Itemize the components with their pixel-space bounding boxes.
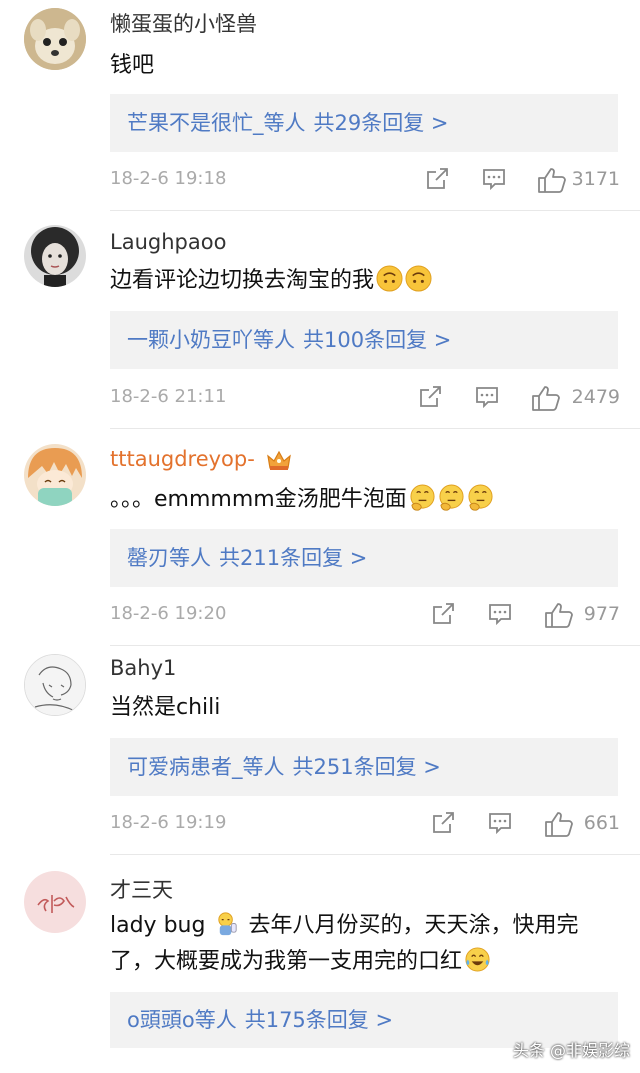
comment-text-content: 。。。emmmmm金汤肥牛泡面 — [110, 487, 407, 512]
like-icon[interactable] — [544, 601, 574, 629]
comment-time: 18-2-6 21:11 — [110, 386, 227, 407]
comment-time: 18-2-6 19:20 — [110, 603, 227, 624]
comment-text-content: 边看评论边切换去淘宝的我 — [110, 268, 375, 293]
comment-text: lady bug 去年八月份买的，天天涂，快用完了，大概要成为我第一支用完的口红 — [110, 908, 620, 980]
share-icon[interactable] — [430, 601, 456, 627]
replies-users: 罄刃等人 — [127, 546, 211, 570]
comment-icon[interactable] — [481, 166, 507, 192]
replies-box[interactable]: 可爱病患者_等人 共251条回复 > — [110, 738, 618, 796]
like-count: 977 — [583, 603, 620, 625]
avatar[interactable] — [24, 654, 86, 716]
comment-icon[interactable] — [487, 810, 513, 836]
username[interactable]: 才三天 — [110, 874, 173, 904]
like-icon[interactable] — [537, 166, 567, 194]
comment-time: 18-2-6 19:19 — [110, 812, 227, 833]
like-icon[interactable] — [544, 810, 574, 838]
username[interactable]: tttaugdreyop- — [110, 447, 292, 472]
replies-count: 共29条回复 > — [313, 111, 449, 135]
like-count: 661 — [583, 812, 620, 834]
share-icon[interactable] — [430, 810, 456, 836]
thinking-face-icon — [410, 484, 435, 511]
replies-users: 可爱病患者_等人 — [127, 755, 285, 779]
comment-meta: 18-2-6 19:20 977 — [110, 601, 620, 631]
username[interactable]: Laughpaoo — [110, 230, 226, 254]
comment-icon[interactable] — [487, 601, 513, 627]
like-count: 2479 — [571, 386, 620, 408]
comment-meta: 18-2-6 19:18 3171 — [110, 166, 620, 196]
avatar[interactable] — [24, 225, 86, 287]
replies-box[interactable]: 一颗小奶豆吖等人 共100条回复 > — [110, 311, 618, 369]
replies-users: 芒果不是很忙_等人 — [127, 111, 306, 135]
like-icon[interactable] — [531, 384, 561, 412]
comment-icon[interactable] — [474, 384, 500, 410]
divider — [110, 645, 640, 646]
avatar[interactable] — [24, 8, 86, 70]
comment-meta: 18-2-6 19:19 661 — [110, 810, 620, 840]
thinking-face-icon — [439, 484, 464, 511]
comment-text: 钱吧 — [110, 53, 155, 78]
comment-text-part1: lady bug — [110, 913, 206, 938]
upside-down-face-icon — [405, 265, 432, 292]
tears-of-joy-icon — [465, 947, 490, 972]
share-icon[interactable] — [417, 384, 443, 410]
replies-users: o頭頭o等人 — [127, 1008, 237, 1032]
comment-text: 当然是chili — [110, 695, 221, 720]
comment-meta: 18-2-6 21:11 2479 — [110, 384, 620, 414]
replies-count: 共251条回复 > — [292, 755, 441, 779]
divider — [110, 854, 640, 855]
username[interactable]: Bahy1 — [110, 656, 176, 680]
replies-count: 共175条回复 > — [244, 1008, 394, 1032]
avatar[interactable] — [24, 871, 86, 933]
replies-count: 共211条回复 > — [219, 546, 368, 570]
replies-box[interactable]: 芒果不是很忙_等人 共29条回复 > — [110, 94, 618, 152]
like-count: 3171 — [571, 168, 620, 190]
replies-box[interactable]: 罄刃等人 共211条回复 > — [110, 529, 618, 587]
watermark: 头条 @非娱影综 — [512, 1041, 630, 1060]
baby-bottle-icon — [218, 912, 238, 936]
username-text: tttaugdreyop- — [110, 447, 255, 471]
comment-text: 。。。emmmmm金汤肥牛泡面 — [110, 482, 620, 518]
replies-users: 一颗小奶豆吖等人 — [127, 328, 295, 352]
username[interactable]: 懒蛋蛋的小怪兽 — [110, 8, 257, 38]
share-icon[interactable] — [424, 166, 450, 192]
thinking-face-icon — [468, 484, 493, 511]
replies-count: 共100条回复 > — [303, 328, 452, 352]
vip-crown-icon — [266, 450, 291, 470]
comment-text: 边看评论边切换去淘宝的我 — [110, 263, 620, 299]
divider — [110, 210, 640, 211]
divider — [110, 428, 640, 429]
avatar[interactable] — [24, 444, 86, 506]
comment-time: 18-2-6 19:18 — [110, 168, 227, 189]
upside-down-face-icon — [376, 265, 403, 292]
